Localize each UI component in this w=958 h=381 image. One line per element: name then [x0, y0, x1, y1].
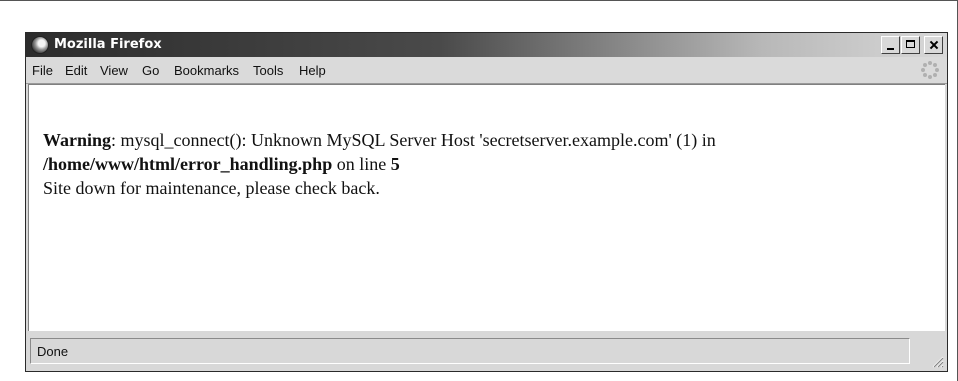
menu-go[interactable]: Go	[142, 63, 159, 78]
firefox-logo-icon	[31, 36, 49, 54]
menu-tools[interactable]: Tools	[253, 63, 283, 78]
resize-grip-icon[interactable]	[930, 354, 944, 368]
warning-label: Warning	[43, 130, 112, 150]
on-line-text: on line	[332, 154, 391, 174]
title-bar[interactable]: Mozilla Firefox	[26, 33, 947, 57]
menu-view[interactable]: View	[100, 63, 128, 78]
page-content: Warning: mysql_connect(): Unknown MySQL …	[28, 84, 945, 331]
file-path: /home/www/html/error_handling.php	[43, 154, 333, 174]
menu-file[interactable]: File	[32, 63, 53, 78]
file-line: /home/www/html/error_handling.php on lin…	[43, 152, 943, 176]
minimize-button[interactable]	[881, 36, 900, 54]
warning-line: Warning: mysql_connect(): Unknown MySQL …	[43, 128, 943, 152]
menu-help[interactable]: Help	[299, 63, 326, 78]
throbber-icon	[921, 61, 939, 79]
status-text: Done	[37, 344, 69, 359]
screenshot-frame: Mozilla Firefox File Edit View Go Bookma…	[0, 0, 958, 381]
maintenance-message: Site down for maintenance, please check …	[43, 178, 380, 198]
line-number: 5	[390, 154, 400, 174]
maximize-button[interactable]	[901, 36, 920, 54]
minimize-icon	[887, 48, 894, 50]
window-title: Mozilla Firefox	[54, 37, 162, 52]
warning-message: : mysql_connect(): Unknown MySQL Server …	[111, 130, 716, 150]
menu-bar: File Edit View Go Bookmarks Tools Help	[26, 57, 947, 84]
status-panel: Done	[30, 338, 910, 364]
menu-edit[interactable]: Edit	[65, 63, 87, 78]
window-controls	[881, 36, 943, 54]
error-output: Warning: mysql_connect(): Unknown MySQL …	[43, 128, 943, 200]
menu-bookmarks[interactable]: Bookmarks	[174, 63, 239, 78]
close-icon	[925, 37, 942, 53]
browser-window: Mozilla Firefox File Edit View Go Bookma…	[25, 32, 948, 372]
status-bar: Done	[26, 333, 947, 371]
close-button[interactable]	[924, 36, 943, 54]
maximize-icon	[906, 40, 915, 48]
